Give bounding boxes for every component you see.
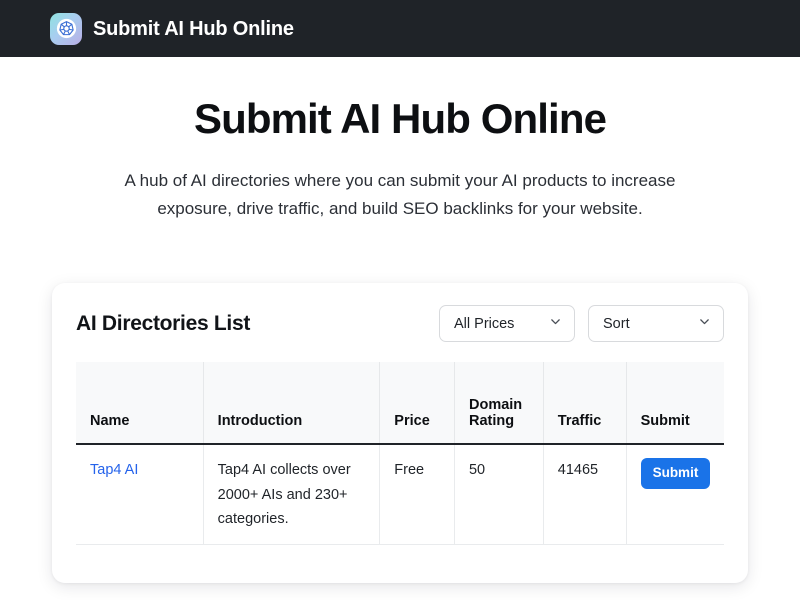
cell-submit: Submit (626, 444, 724, 546)
column-header-domain-rating[interactable]: Domain Rating (454, 362, 544, 446)
price-filter-select[interactable]: All Prices (439, 305, 575, 343)
chevron-down-icon (549, 315, 562, 332)
table-header-row: Name Introduction Price Domain Rating Tr… (76, 362, 724, 446)
brand-title: Submit AI Hub Online (93, 17, 294, 40)
filter-controls: All Prices Sort (439, 305, 724, 343)
cell-name: Tap4 AI (76, 444, 204, 546)
table-row: Tap4 AI Tap4 AI collects over 2000+ AIs … (76, 444, 724, 546)
submit-button[interactable]: Submit (640, 458, 711, 490)
directories-card-wrapper: AI Directories List All Prices Sort Name… (0, 283, 800, 584)
directories-card: AI Directories List All Prices Sort Name… (52, 283, 748, 584)
table-head: Name Introduction Price Domain Rating Tr… (76, 362, 724, 446)
cell-domain-rating: 50 (454, 444, 544, 546)
hero-section: Submit AI Hub Online A hub of AI directo… (0, 57, 800, 222)
top-navbar: Submit AI Hub Online (0, 0, 800, 57)
page-subtitle: A hub of AI directories where you can su… (124, 171, 676, 218)
column-header-price[interactable]: Price (379, 362, 455, 446)
directories-table: Name Introduction Price Domain Rating Tr… (76, 362, 724, 546)
price-filter-value: All Prices (454, 315, 515, 332)
kubernetes-helm-wheel-icon (50, 12, 82, 45)
cell-introduction: Tap4 AI collects over 2000+ AIs and 230+… (203, 444, 381, 546)
card-title: AI Directories List (76, 311, 251, 335)
directories-table-scroll[interactable]: Name Introduction Price Domain Rating Tr… (76, 362, 724, 546)
column-header-introduction[interactable]: Introduction (203, 362, 381, 446)
column-header-name[interactable]: Name (76, 362, 204, 446)
cell-price: Free (379, 444, 455, 546)
page-title: Submit AI Hub Online (193, 95, 607, 142)
column-header-submit: Submit (626, 362, 724, 446)
directory-name-link[interactable]: Tap4 AI (90, 462, 138, 478)
card-header: AI Directories List All Prices Sort (76, 305, 724, 343)
table-body: Tap4 AI Tap4 AI collects over 2000+ AIs … (76, 444, 724, 546)
brand-link[interactable]: Submit AI Hub Online (50, 12, 294, 45)
sort-value: Sort (603, 315, 630, 332)
chevron-down-icon (698, 315, 711, 332)
column-header-traffic[interactable]: Traffic (543, 362, 627, 446)
sort-select[interactable]: Sort (588, 305, 724, 343)
cell-traffic: 41465 (543, 444, 627, 546)
